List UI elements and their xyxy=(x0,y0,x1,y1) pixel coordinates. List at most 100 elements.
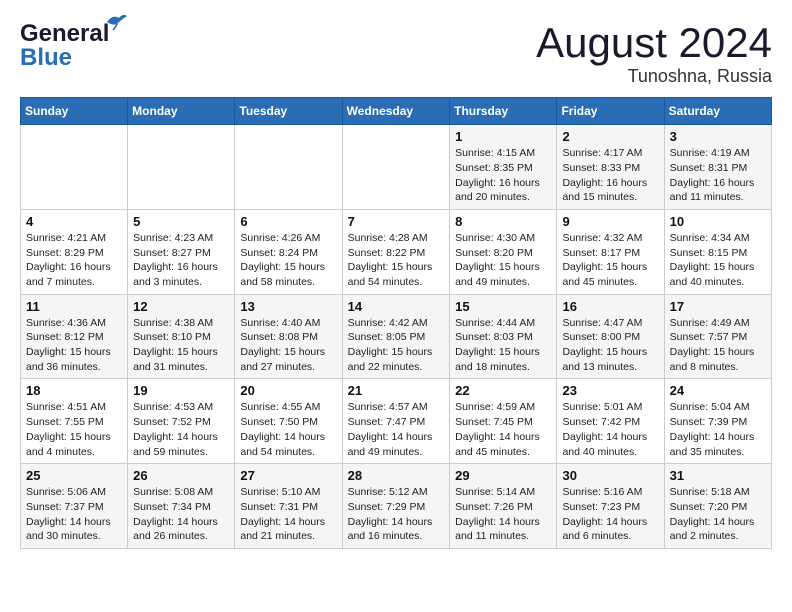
logo-blue: Blue xyxy=(20,44,72,72)
day-number: 28 xyxy=(348,468,445,483)
title-block: August 2024 Tunoshna, Russia xyxy=(536,20,772,87)
calendar-cell: 13Sunrise: 4:40 AMSunset: 8:08 PMDayligh… xyxy=(235,294,342,379)
calendar-cell: 19Sunrise: 4:53 AMSunset: 7:52 PMDayligh… xyxy=(128,379,235,464)
week-row-4: 18 Sunrise: 4:51 AMSunset: 7:55 PMDayligh… xyxy=(21,379,772,464)
calendar-cell: 22 Sunrise: 4:59 AMSunset: 7:45 PMDayligh… xyxy=(450,379,557,464)
day-number: 17 xyxy=(670,299,766,314)
weekday-header-row: SundayMondayTuesdayWednesdayThursdayFrid… xyxy=(21,98,772,125)
day-info: Sunrise: 4:15 AMSunset: 8:35 PMDaylight:… xyxy=(455,146,551,205)
calendar-cell xyxy=(128,125,235,210)
day-info: Sunrise: 4:30 AMSunset: 8:20 PMDaylight:… xyxy=(455,231,551,290)
weekday-wednesday: Wednesday xyxy=(342,98,450,125)
day-number: 14 xyxy=(348,299,445,314)
calendar-cell: 4 Sunrise: 4:21 AMSunset: 8:29 PMDaylight… xyxy=(21,209,128,294)
day-number: 31 xyxy=(670,468,766,483)
calendar-cell: 29 Sunrise: 5:14 AMSunset: 7:26 PMDayligh… xyxy=(450,464,557,549)
day-number: 8 xyxy=(455,214,551,229)
day-info: Sunrise: 4:21 AMSunset: 8:29 PMDaylight:… xyxy=(26,231,122,290)
weekday-saturday: Saturday xyxy=(664,98,771,125)
week-row-1: 1 Sunrise: 4:15 AMSunset: 8:35 PMDaylight… xyxy=(21,125,772,210)
weekday-friday: Friday xyxy=(557,98,664,125)
day-number: 30 xyxy=(562,468,658,483)
day-info: Sunrise: 5:18 AMSunset: 7:20 PMDaylight:… xyxy=(670,485,766,544)
day-info: Sunrise: 4:17 AMSunset: 8:33 PMDaylight:… xyxy=(562,146,658,205)
day-number: 21 xyxy=(348,383,445,398)
day-info: Sunrise: 4:49 AMSunset: 7:57 PMDaylight:… xyxy=(670,316,766,375)
calendar-cell xyxy=(342,125,450,210)
calendar-body: 1 Sunrise: 4:15 AMSunset: 8:35 PMDaylight… xyxy=(21,125,772,549)
day-number: 16 xyxy=(562,299,658,314)
calendar-cell: 14 Sunrise: 4:42 AMSunset: 8:05 PMDayligh… xyxy=(342,294,450,379)
day-info: Sunrise: 5:14 AMSunset: 7:26 PMDaylight:… xyxy=(455,485,551,544)
location: Tunoshna, Russia xyxy=(536,66,772,87)
day-info: Sunrise: 4:55 AMSunset: 7:50 PMDaylight:… xyxy=(240,400,336,459)
day-number: 29 xyxy=(455,468,551,483)
day-number: 20 xyxy=(240,383,336,398)
day-info: Sunrise: 4:47 AMSunset: 8:00 PMDaylight:… xyxy=(562,316,658,375)
day-number: 22 xyxy=(455,383,551,398)
day-info: Sunrise: 4:53 AMSunset: 7:52 PMDaylight:… xyxy=(133,400,229,459)
calendar-cell: 9 Sunrise: 4:32 AMSunset: 8:17 PMDaylight… xyxy=(557,209,664,294)
calendar-cell: 30 Sunrise: 5:16 AMSunset: 7:23 PMDayligh… xyxy=(557,464,664,549)
day-number: 27 xyxy=(240,468,336,483)
day-info: Sunrise: 4:26 AMSunset: 8:24 PMDaylight:… xyxy=(240,231,336,290)
week-row-5: 25 Sunrise: 5:06 AMSunset: 7:37 PMDayligh… xyxy=(21,464,772,549)
weekday-thursday: Thursday xyxy=(450,98,557,125)
day-info: Sunrise: 4:42 AMSunset: 8:05 PMDaylight:… xyxy=(348,316,445,375)
calendar-cell: 6 Sunrise: 4:26 AMSunset: 8:24 PMDaylight… xyxy=(235,209,342,294)
day-info: Sunrise: 5:06 AMSunset: 7:37 PMDaylight:… xyxy=(26,485,122,544)
calendar-cell: 31 Sunrise: 5:18 AMSunset: 7:20 PMDayligh… xyxy=(664,464,771,549)
day-info: Sunrise: 5:16 AMSunset: 7:23 PMDaylight:… xyxy=(562,485,658,544)
day-number: 2 xyxy=(562,129,658,144)
day-number: 7 xyxy=(348,214,445,229)
day-info: Sunrise: 4:59 AMSunset: 7:45 PMDaylight:… xyxy=(455,400,551,459)
calendar-cell: 21 Sunrise: 4:57 AMSunset: 7:47 PMDayligh… xyxy=(342,379,450,464)
weekday-monday: Monday xyxy=(128,98,235,125)
day-number: 10 xyxy=(670,214,766,229)
day-number: 26 xyxy=(133,468,229,483)
day-info: Sunrise: 5:08 AMSunset: 7:34 PMDaylight:… xyxy=(133,485,229,544)
calendar-cell xyxy=(235,125,342,210)
day-info: Sunrise: 4:51 AMSunset: 7:55 PMDaylight:… xyxy=(26,400,122,459)
day-info: Sunrise: 5:01 AMSunset: 7:42 PMDaylight:… xyxy=(562,400,658,459)
day-number: 24 xyxy=(670,383,766,398)
calendar-cell: 8 Sunrise: 4:30 AMSunset: 8:20 PMDaylight… xyxy=(450,209,557,294)
day-info: Sunrise: 5:04 AMSunset: 7:39 PMDaylight:… xyxy=(670,400,766,459)
day-number: 12 xyxy=(133,299,229,314)
calendar-cell: 20 Sunrise: 4:55 AMSunset: 7:50 PMDayligh… xyxy=(235,379,342,464)
day-number: 1 xyxy=(455,129,551,144)
calendar-cell xyxy=(21,125,128,210)
calendar-cell: 2 Sunrise: 4:17 AMSunset: 8:33 PMDaylight… xyxy=(557,125,664,210)
day-info: Sunrise: 4:32 AMSunset: 8:17 PMDaylight:… xyxy=(562,231,658,290)
day-info: Sunrise: 4:19 AMSunset: 8:31 PMDaylight:… xyxy=(670,146,766,205)
calendar-cell: 18 Sunrise: 4:51 AMSunset: 7:55 PMDayligh… xyxy=(21,379,128,464)
day-number: 6 xyxy=(240,214,336,229)
day-number: 3 xyxy=(670,129,766,144)
page-header: General Blue August 2024 Tunoshna, Russi… xyxy=(20,20,772,87)
day-number: 4 xyxy=(26,214,122,229)
day-info: Sunrise: 4:57 AMSunset: 7:47 PMDaylight:… xyxy=(348,400,445,459)
logo: General Blue xyxy=(20,20,109,72)
calendar-cell: 24 Sunrise: 5:04 AMSunset: 7:39 PMDayligh… xyxy=(664,379,771,464)
week-row-2: 4 Sunrise: 4:21 AMSunset: 8:29 PMDaylight… xyxy=(21,209,772,294)
day-info: Sunrise: 4:40 AMSunset: 8:08 PMDaylight:… xyxy=(240,316,336,375)
calendar-table: SundayMondayTuesdayWednesdayThursdayFrid… xyxy=(20,97,772,549)
day-number: 9 xyxy=(562,214,658,229)
logo-bird-icon xyxy=(105,12,127,32)
calendar-cell: 15Sunrise: 4:44 AMSunset: 8:03 PMDayligh… xyxy=(450,294,557,379)
week-row-3: 11Sunrise: 4:36 AMSunset: 8:12 PMDayligh… xyxy=(21,294,772,379)
calendar-cell: 26 Sunrise: 5:08 AMSunset: 7:34 PMDayligh… xyxy=(128,464,235,549)
weekday-tuesday: Tuesday xyxy=(235,98,342,125)
calendar-cell: 10Sunrise: 4:34 AMSunset: 8:15 PMDayligh… xyxy=(664,209,771,294)
day-number: 15 xyxy=(455,299,551,314)
day-number: 18 xyxy=(26,383,122,398)
calendar-cell: 7 Sunrise: 4:28 AMSunset: 8:22 PMDaylight… xyxy=(342,209,450,294)
calendar-cell: 27Sunrise: 5:10 AMSunset: 7:31 PMDayligh… xyxy=(235,464,342,549)
calendar-cell: 3 Sunrise: 4:19 AMSunset: 8:31 PMDaylight… xyxy=(664,125,771,210)
calendar-cell: 12Sunrise: 4:38 AMSunset: 8:10 PMDayligh… xyxy=(128,294,235,379)
day-number: 25 xyxy=(26,468,122,483)
day-number: 11 xyxy=(26,299,122,314)
weekday-sunday: Sunday xyxy=(21,98,128,125)
day-info: Sunrise: 4:28 AMSunset: 8:22 PMDaylight:… xyxy=(348,231,445,290)
calendar-cell: 11Sunrise: 4:36 AMSunset: 8:12 PMDayligh… xyxy=(21,294,128,379)
